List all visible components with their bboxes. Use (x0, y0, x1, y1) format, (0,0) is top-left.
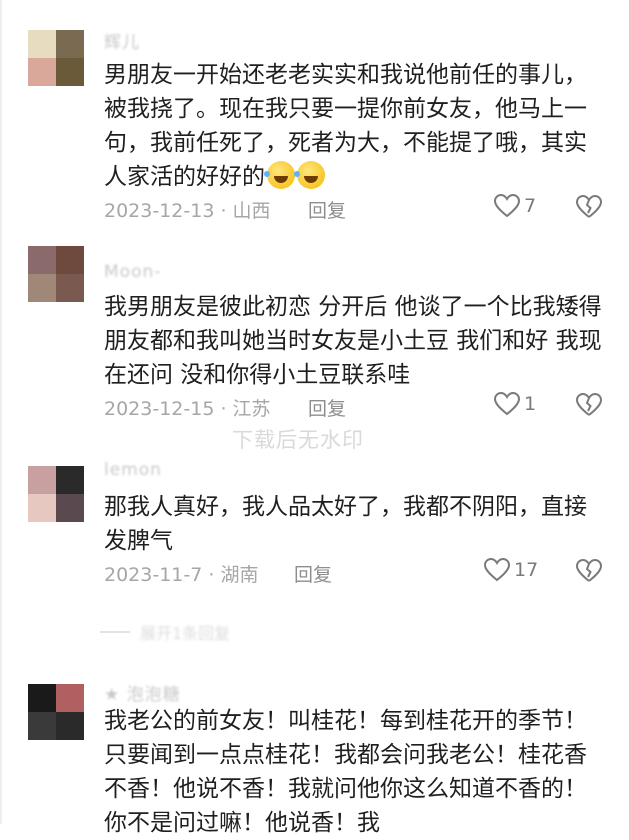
comment-date-location: 2023-11-7 · 湖南 (104, 564, 259, 586)
avatar[interactable] (28, 246, 84, 302)
like-count: 1 (524, 393, 537, 415)
broken-heart-icon (576, 559, 602, 582)
comment-text: 男朋友一开始还老老实实和我说他前任的事儿，被我挠了。现在我只要一提你前女友，他马… (104, 58, 604, 194)
heart-icon (484, 558, 510, 582)
reply-button[interactable]: 回复 (294, 560, 332, 587)
dislike-button[interactable] (576, 195, 602, 219)
comment-date-location: 2023-12-13 · 山西 (104, 200, 271, 222)
comment-text: 那我人真好，我人品太好了，我都不阴阳，直接发脾气 (104, 494, 587, 554)
expand-replies[interactable]: 展开1条回复 (100, 620, 230, 644)
broken-heart-icon (576, 393, 602, 416)
comment-text-content: 男朋友一开始还老老实实和我说他前任的事儿，被我挠了。现在我只要一提你前女友，他马… (104, 62, 587, 190)
like-count: 17 (514, 559, 539, 581)
like-count: 7 (524, 195, 537, 217)
like-button[interactable]: 1 (494, 392, 536, 416)
avatar[interactable] (28, 30, 84, 86)
heart-icon (494, 392, 520, 416)
heart-icon (494, 194, 520, 218)
comment-date-location: 2023-12-15 · 江苏 (104, 398, 271, 420)
comment-text: 我老公的前女友！叫桂花！每到桂花开的季节！只要闻到一点点桂花！我都会问我老公！桂… (104, 708, 587, 836)
reply-button[interactable]: 回复 (308, 196, 346, 223)
like-button[interactable]: 7 (494, 194, 536, 218)
laughing-crying-emoji-icon (294, 161, 325, 189)
reply-button[interactable]: 回复 (308, 394, 346, 421)
username[interactable]: Moon- (104, 262, 161, 282)
username[interactable]: 辉儿 (104, 28, 140, 53)
avatar[interactable] (28, 466, 84, 522)
dislike-button[interactable] (576, 393, 602, 417)
watermark: 下载后无水印 (232, 428, 364, 452)
username[interactable]: lemon (104, 460, 162, 480)
dislike-button[interactable] (576, 559, 602, 583)
username[interactable]: ★ 泡泡糖 (104, 680, 181, 705)
divider (100, 631, 130, 633)
left-border (0, 0, 2, 824)
broken-heart-icon (576, 195, 602, 218)
laughing-crying-emoji-icon (264, 161, 295, 189)
expand-replies-label: 展开1条回复 (140, 624, 231, 643)
like-button[interactable]: 17 (484, 558, 538, 582)
avatar[interactable] (28, 684, 84, 740)
comment-text: 我男朋友是彼此初恋 分开后 他谈了一个比我矮得 朋友都和我叫她当时女友是小土豆 … (104, 294, 602, 388)
